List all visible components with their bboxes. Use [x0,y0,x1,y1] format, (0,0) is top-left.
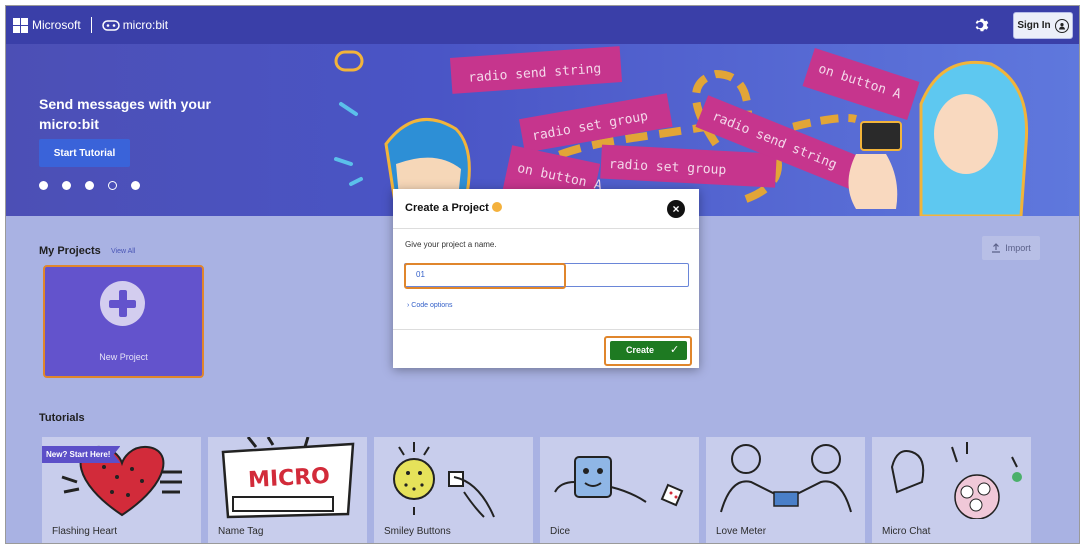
smile-emoji-icon [491,202,502,212]
code-options-toggle[interactable]: › Code options [407,302,453,309]
brand-divider [90,17,92,33]
start-tutorial-button[interactable]: Start Tutorial [39,139,130,167]
microbit-logo-icon [101,19,120,31]
user-icon [1054,18,1069,33]
dialog-title-text: Create a Project [405,202,489,214]
tutorial-label: Flashing Heart [52,526,118,537]
dialog-header: Create a Project × [393,189,699,229]
name-tag-illustration: MICRO [221,437,355,519]
top-bar: Microsoft micro:bit Sign In [6,6,1079,44]
import-button[interactable]: Import [982,236,1040,260]
gear-icon[interactable] [973,16,991,34]
create-label: Create [626,345,655,355]
hero-title: Send messages with your micro:bit [39,96,211,132]
carousel-dot[interactable] [62,181,71,190]
chevron-right-icon: › [407,302,410,309]
tutorial-card[interactable]: Smiley Buttons [374,437,533,543]
micro-chat-illustration [890,442,1022,519]
brand[interactable]: Microsoft micro:bit [13,17,168,33]
dialog-prompt: Give your project a name. [405,240,497,249]
tutorials-heading: Tutorials [39,412,85,424]
tutorial-label: Micro Chat [882,526,931,537]
upload-icon [992,243,1001,253]
plus-icon [100,281,145,326]
tutorial-card[interactable]: Dice [540,437,699,543]
carousel-dots [39,181,154,190]
close-icon[interactable]: × [667,200,685,218]
new-project-card[interactable]: New Project [43,265,204,378]
smiley-illustration [393,442,495,518]
code-options-label: Code options [411,302,453,309]
view-all-link[interactable]: View All [111,248,135,255]
sign-in-label: Sign In [1017,20,1051,31]
tutorial-label: Smiley Buttons [384,526,451,537]
tutorial-card[interactable]: Micro Chat [872,437,1031,543]
create-project-dialog: Create a Project × Give your project a n… [393,189,699,368]
new-project-label: New Project [99,352,148,362]
project-name-input[interactable]: 01 [404,263,689,287]
new-badge: New? Start Here! [42,446,121,463]
tutorial-cards: New? Start Here! Flashing Heart MICRO Na… [42,437,1038,543]
carousel-dot[interactable] [108,181,117,190]
sign-in-button[interactable]: Sign In [1013,12,1073,39]
tutorial-label: Dice [550,526,571,537]
tutorial-card[interactable]: Love Meter [706,437,865,543]
brand-name: Microsoft [32,18,81,32]
create-button-highlight: Create ✓ [604,336,692,366]
microsoft-logo-icon [13,17,28,33]
tutorial-label: Name Tag [218,526,264,537]
create-button[interactable]: Create ✓ [610,341,687,360]
dialog-title: Create a Project [405,202,502,214]
love-meter-illustration [720,444,852,513]
product-name: micro:bit [122,18,169,32]
app-window: Microsoft micro:bit Sign In radio send s… [5,5,1080,544]
check-icon: ✓ [670,344,680,356]
tutorial-label: Love Meter [716,526,767,537]
carousel-dot[interactable] [39,181,48,190]
my-projects-heading: My Projects [39,245,101,257]
svg-text:MICRO: MICRO [247,464,330,493]
tutorial-card[interactable]: MICRO Name Tag [208,437,367,543]
carousel-dot[interactable] [131,181,140,190]
carousel-dot[interactable] [85,181,94,190]
dice-illustration [554,456,684,507]
tutorial-card[interactable]: New? Start Here! Flashing Heart [42,437,201,543]
import-label: Import [1005,243,1031,253]
dialog-footer: Create ✓ [393,329,699,368]
